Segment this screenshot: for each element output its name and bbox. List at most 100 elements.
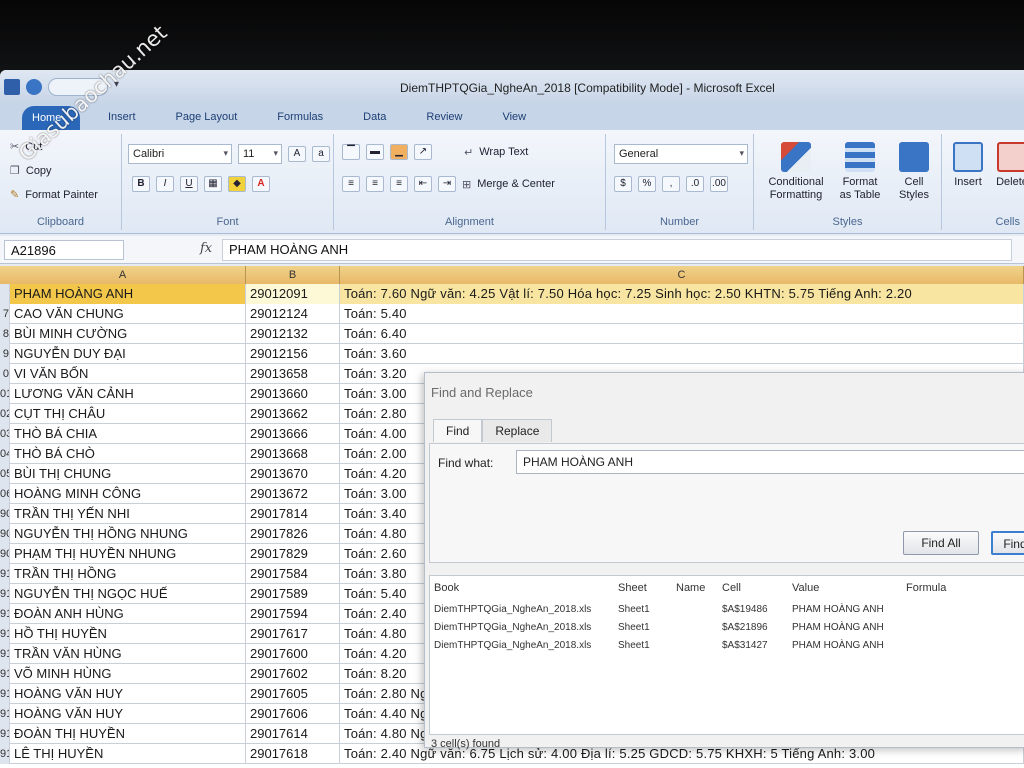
tab-formulas[interactable]: Formulas xyxy=(257,111,343,130)
fill-color-icon[interactable]: ◆ xyxy=(228,176,246,192)
cell-name[interactable]: VÕ MINH HÙNG xyxy=(10,664,246,684)
column-header-b[interactable]: B xyxy=(246,266,340,284)
row-number[interactable]: 7 xyxy=(0,304,10,324)
row-number[interactable] xyxy=(0,284,10,304)
comma-button[interactable]: , xyxy=(662,176,680,192)
cell-name[interactable]: THÒ BÁ CHÒ xyxy=(10,444,246,464)
font-name-combo[interactable]: Calibri xyxy=(128,144,232,164)
align-left-icon[interactable]: ≡ xyxy=(342,176,360,192)
cell-name[interactable]: BÙI MINH CƯỜNG xyxy=(10,324,246,344)
results-header-cell[interactable]: Cell xyxy=(722,582,741,594)
cell-id[interactable]: 29012091 xyxy=(246,284,340,304)
results-list[interactable]: Book Sheet Name Cell Value Formula DiemT… xyxy=(429,575,1024,735)
cell-id[interactable]: 29017605 xyxy=(246,684,340,704)
results-header-formula[interactable]: Formula xyxy=(906,582,946,594)
row-number[interactable]: 911 xyxy=(0,584,10,604)
cell-id[interactable]: 29013662 xyxy=(246,404,340,424)
cell-id[interactable]: 29017584 xyxy=(246,564,340,584)
result-book[interactable]: DiemTHPTQGia_NgheAn_2018.xls xyxy=(434,622,591,633)
cell-id[interactable]: 29017826 xyxy=(246,524,340,544)
cell-name[interactable]: ĐOÀN THỊ HUYỀN xyxy=(10,724,246,744)
results-header-book[interactable]: Book xyxy=(434,582,459,594)
cell-id[interactable]: 29017600 xyxy=(246,644,340,664)
merge-center-button[interactable]: Merge & Center xyxy=(477,178,555,190)
cell-name[interactable]: LÊ THỊ HUYỀN xyxy=(10,744,246,764)
find-next-button[interactable]: Find Next xyxy=(991,531,1024,555)
cell-id[interactable]: 29017589 xyxy=(246,584,340,604)
row-number[interactable]: 912 xyxy=(0,604,10,624)
row-number[interactable]: 01 xyxy=(0,384,10,404)
tab-find[interactable]: Find xyxy=(433,419,483,442)
name-box[interactable]: A21896 xyxy=(4,240,124,260)
grow-font-icon[interactable]: A xyxy=(288,146,306,162)
cell-scores[interactable]: Toán: 7.60 Ngữ văn: 4.25 Vật lí: 7.50 Hó… xyxy=(340,284,1024,304)
cell-id[interactable]: 29017614 xyxy=(246,724,340,744)
cell-id[interactable]: 29013670 xyxy=(246,464,340,484)
row-number[interactable]: 913 xyxy=(0,624,10,644)
row-number[interactable]: 915 xyxy=(0,664,10,684)
align-middle-icon[interactable]: ▬ xyxy=(366,144,384,160)
cell-name[interactable]: TRẦN VĂN HÙNG xyxy=(10,644,246,664)
row-number[interactable]: 02 xyxy=(0,404,10,424)
align-top-icon[interactable]: ▔ xyxy=(342,144,360,160)
conditional-formatting-button[interactable]: Conditional Formatting xyxy=(760,142,832,202)
cell-name[interactable]: THÒ BÁ CHIA xyxy=(10,424,246,444)
column-header-c[interactable]: C xyxy=(340,266,1024,284)
row-number[interactable]: 908 xyxy=(0,524,10,544)
italic-button[interactable]: I xyxy=(156,176,174,192)
row-number[interactable]: 918 xyxy=(0,724,10,744)
row-number[interactable]: 917 xyxy=(0,704,10,724)
format-as-table-button[interactable]: Format as Table xyxy=(834,142,886,202)
font-size-combo[interactable]: 11 xyxy=(238,144,282,164)
number-format-combo[interactable]: General xyxy=(614,144,748,164)
column-header-a[interactable]: A xyxy=(0,266,246,284)
delete-cells-button[interactable]: Delete xyxy=(992,142,1024,189)
cell-id[interactable]: 29013668 xyxy=(246,444,340,464)
result-book[interactable]: DiemTHPTQGia_NgheAn_2018.xls xyxy=(434,604,591,615)
row-number[interactable]: 914 xyxy=(0,644,10,664)
row-number[interactable]: 03 xyxy=(0,424,10,444)
results-header-sheet[interactable]: Sheet xyxy=(618,582,647,594)
cell-scores[interactable]: Toán: 3.60 xyxy=(340,344,1024,364)
row-number[interactable]: 919 xyxy=(0,744,10,764)
cell-id[interactable]: 29017606 xyxy=(246,704,340,724)
cell-name[interactable]: TRẦN THỊ HỒNG xyxy=(10,564,246,584)
tab-review[interactable]: Review xyxy=(406,111,482,130)
tab-insert[interactable]: Insert xyxy=(88,111,156,130)
wrap-text-button[interactable]: Wrap Text xyxy=(479,146,528,158)
cell-id[interactable]: 29012124 xyxy=(246,304,340,324)
font-color-icon[interactable]: A xyxy=(252,176,270,192)
increase-decimal-icon[interactable]: .0 xyxy=(686,176,704,192)
insert-function-icon[interactable]: fx xyxy=(200,241,212,256)
percent-button[interactable]: % xyxy=(638,176,656,192)
decrease-decimal-icon[interactable]: .00 xyxy=(710,176,728,192)
cell-id[interactable]: 29013658 xyxy=(246,364,340,384)
save-icon[interactable] xyxy=(4,79,20,95)
row-number[interactable]: 9 xyxy=(0,344,10,364)
cell-id[interactable]: 29012132 xyxy=(246,324,340,344)
orientation-icon[interactable]: ↗ xyxy=(414,144,432,160)
row-number[interactable]: 909 xyxy=(0,544,10,564)
tab-data[interactable]: Data xyxy=(343,111,406,130)
cell-name[interactable]: HỒ THỊ HUYỀN xyxy=(10,624,246,644)
underline-button[interactable]: U xyxy=(180,176,198,192)
row-number[interactable]: 0 xyxy=(0,364,10,384)
cell-name[interactable]: HOÀNG VĂN HUY xyxy=(10,704,246,724)
cell-id[interactable]: 29012156 xyxy=(246,344,340,364)
cell-name[interactable]: HOÀNG VĂN HUY xyxy=(10,684,246,704)
cell-id[interactable]: 29017602 xyxy=(246,664,340,684)
format-painter-button[interactable]: ✎ Format Painter xyxy=(10,188,98,202)
shrink-font-icon[interactable]: a xyxy=(312,146,330,162)
tab-page-layout[interactable]: Page Layout xyxy=(156,111,258,130)
align-bottom-icon[interactable]: ▁ xyxy=(390,144,408,160)
cell-id[interactable]: 29017594 xyxy=(246,604,340,624)
cell-name[interactable]: LƯƠNG VĂN CẢNH xyxy=(10,384,246,404)
increase-indent-icon[interactable]: ⇥ xyxy=(438,176,456,192)
cell-id[interactable]: 29017829 xyxy=(246,544,340,564)
find-all-button[interactable]: Find All xyxy=(903,531,979,555)
cell-id[interactable]: 29013660 xyxy=(246,384,340,404)
cell-name[interactable]: NGUYỄN THỊ HỒNG NHUNG xyxy=(10,524,246,544)
tab-replace[interactable]: Replace xyxy=(482,419,553,442)
cell-name[interactable]: ĐOÀN ANH HÙNG xyxy=(10,604,246,624)
cell-name[interactable]: NGUYỄN DUY ĐẠI xyxy=(10,344,246,364)
